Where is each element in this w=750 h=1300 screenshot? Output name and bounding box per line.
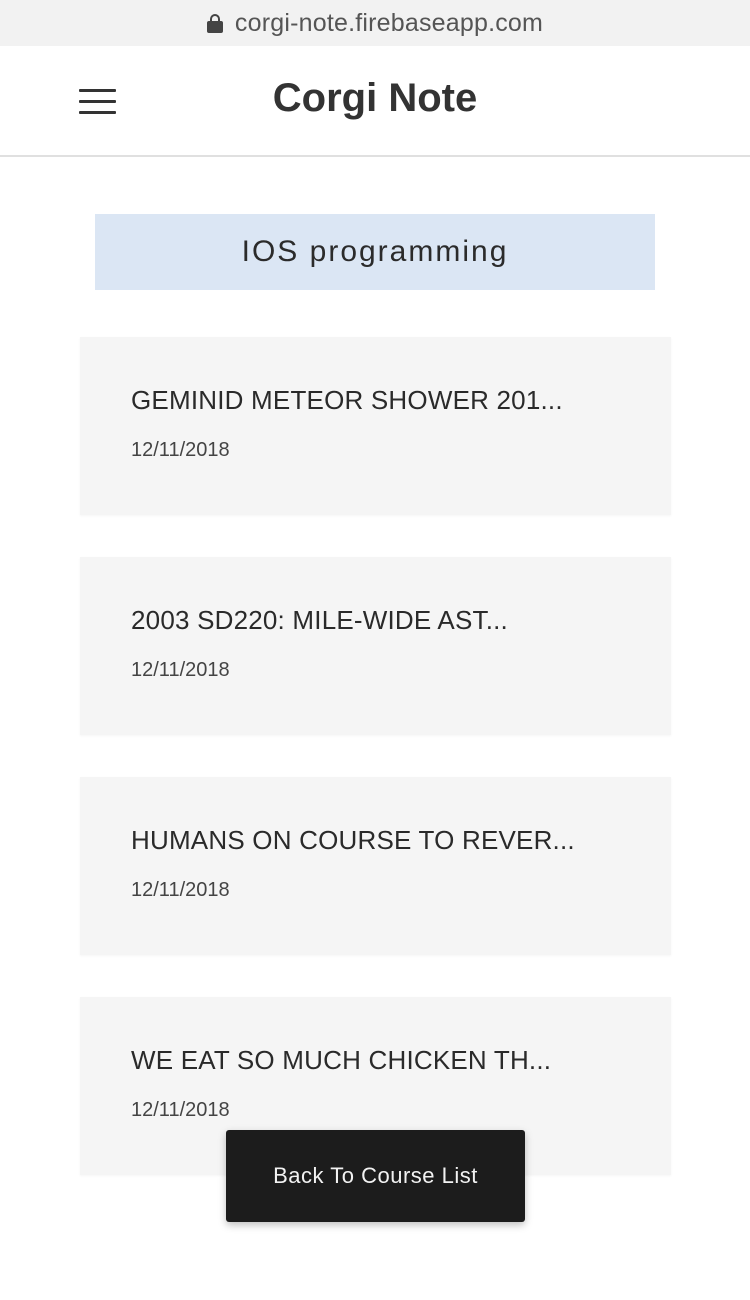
course-title: IOS programming [241,235,509,268]
note-card[interactable]: 2003 SD220: MILE-WIDE AST... 12/11/2018 [80,557,671,735]
lock-icon [206,13,223,33]
url-container: corgi-note.firebaseapp.com [206,8,544,38]
note-title: WE EAT SO MUCH CHICKEN TH... [131,1045,552,1075]
app-header: Corgi Note [0,46,750,157]
note-card[interactable]: GEMINID METEOR SHOWER 201... 12/11/2018 [80,337,671,515]
url-text: corgi-note.firebaseapp.com [234,8,544,37]
note-title: HUMANS ON COURSE TO REVER... [131,825,575,855]
back-to-course-list-button[interactable]: Back To Course List [226,1130,525,1222]
note-title: 2003 SD220: MILE-WIDE AST... [131,605,508,635]
note-date: 12/11/2018 [131,1099,230,1121]
browser-url-bar[interactable]: corgi-note.firebaseapp.com [0,0,750,46]
note-date: 12/11/2018 [131,439,230,461]
note-title: GEMINID METEOR SHOWER 201... [131,385,563,415]
note-date: 12/11/2018 [131,879,230,901]
course-title-banner: IOS programming [95,214,655,290]
note-card[interactable]: HUMANS ON COURSE TO REVER... 12/11/2018 [80,777,671,955]
app-title: Corgi Note [272,76,478,120]
note-date: 12/11/2018 [131,659,230,681]
